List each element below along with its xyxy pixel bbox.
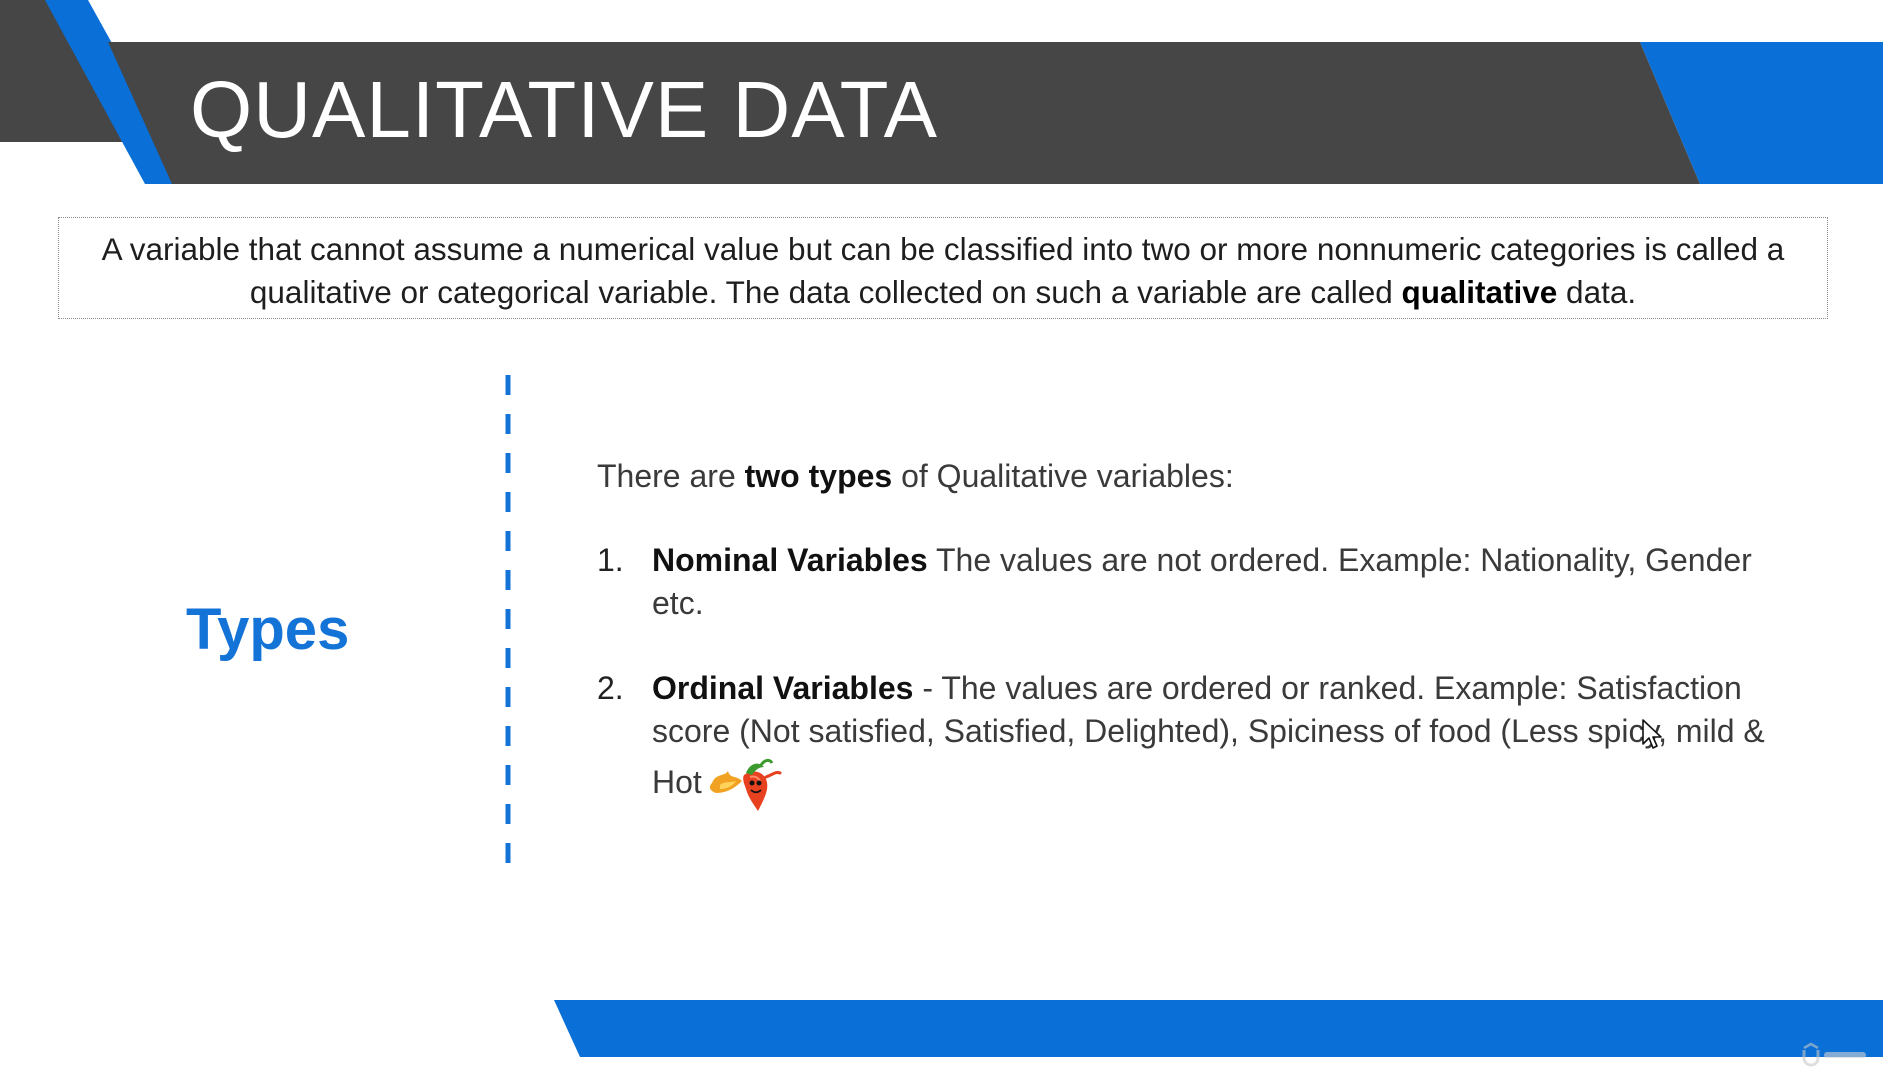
term-ordinal: Ordinal Variables bbox=[652, 670, 914, 706]
list-item-nominal: 1. Nominal Variables The values are not … bbox=[597, 539, 1777, 625]
intro-bold: two types bbox=[744, 458, 893, 494]
types-intro: There are two types of Qualitative varia… bbox=[597, 455, 1777, 498]
list-number: 2. bbox=[597, 670, 624, 706]
definition-emphasis: qualitative bbox=[1401, 274, 1558, 310]
udemy-watermark-icon bbox=[1802, 1042, 1866, 1067]
intro-text-end: of Qualitative variables: bbox=[892, 458, 1234, 494]
types-content: There are two types of Qualitative varia… bbox=[597, 455, 1777, 855]
types-heading: Types bbox=[186, 597, 350, 662]
list-number: 1. bbox=[597, 542, 624, 578]
mouse-cursor-icon bbox=[1642, 719, 1662, 749]
definition-text-end: data. bbox=[1557, 274, 1637, 310]
list-item-ordinal: 2. Ordinal Variables - The values are or… bbox=[597, 667, 1777, 813]
term-nominal: Nominal Variables bbox=[652, 542, 928, 578]
definition-box: A variable that cannot assume a numerica… bbox=[58, 217, 1828, 319]
slide: QUALITATIVE DATA A variable that cannot … bbox=[0, 0, 1883, 1079]
dashed-divider bbox=[505, 375, 511, 875]
slide-title: QUALITATIVE DATA bbox=[190, 65, 938, 154]
chili-pepper-icon bbox=[709, 758, 782, 811]
intro-text: There are bbox=[597, 458, 745, 494]
